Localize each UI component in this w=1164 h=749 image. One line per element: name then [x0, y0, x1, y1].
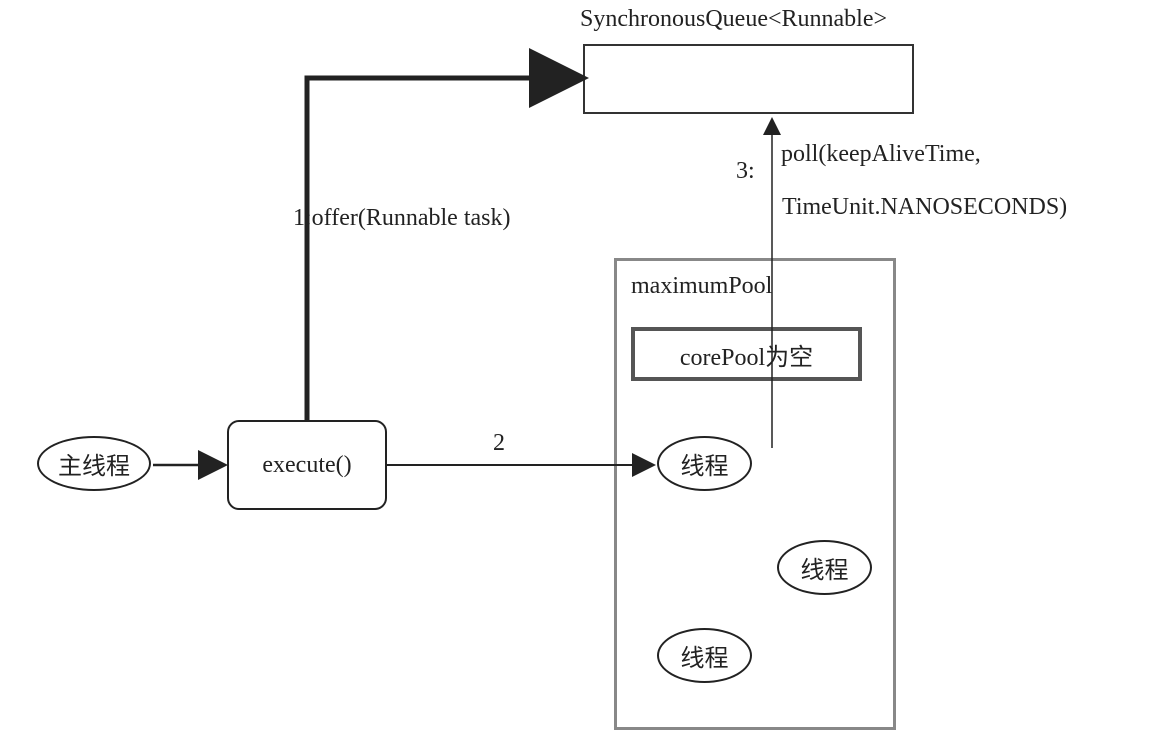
thread-node-3: 线程 — [657, 628, 752, 683]
thread-node-1: 线程 — [657, 436, 752, 491]
edge2-label: 2 — [493, 430, 505, 457]
core-pool-text: corePool为空 — [680, 337, 813, 372]
queue-title-label: SynchronousQueue<Runnable> — [580, 6, 887, 33]
edge1-label: 1:offer(Runnable task) — [293, 205, 511, 232]
arrows-svg — [0, 0, 1164, 749]
thread-node-2: 线程 — [777, 540, 872, 595]
execute-node: execute() — [227, 420, 387, 510]
diagram-canvas: SynchronousQueue<Runnable> 主线程 execute()… — [0, 0, 1164, 749]
main-thread-text: 主线程 — [58, 446, 130, 481]
thread-text-1: 线程 — [681, 446, 729, 481]
maximum-pool-label: maximumPool — [631, 273, 772, 300]
edge3-line2-label: TimeUnit.NANOSECONDS) — [782, 194, 1067, 221]
core-pool-box: corePool为空 — [631, 327, 862, 381]
synchronous-queue-box — [583, 44, 914, 114]
thread-text-2: 线程 — [801, 550, 849, 585]
edge3-num-label: 3: — [736, 158, 755, 185]
main-thread-node: 主线程 — [37, 436, 151, 491]
thread-text-3: 线程 — [681, 638, 729, 673]
execute-text: execute() — [262, 452, 351, 479]
edge3-line1-label: poll(keepAliveTime, — [781, 141, 981, 168]
